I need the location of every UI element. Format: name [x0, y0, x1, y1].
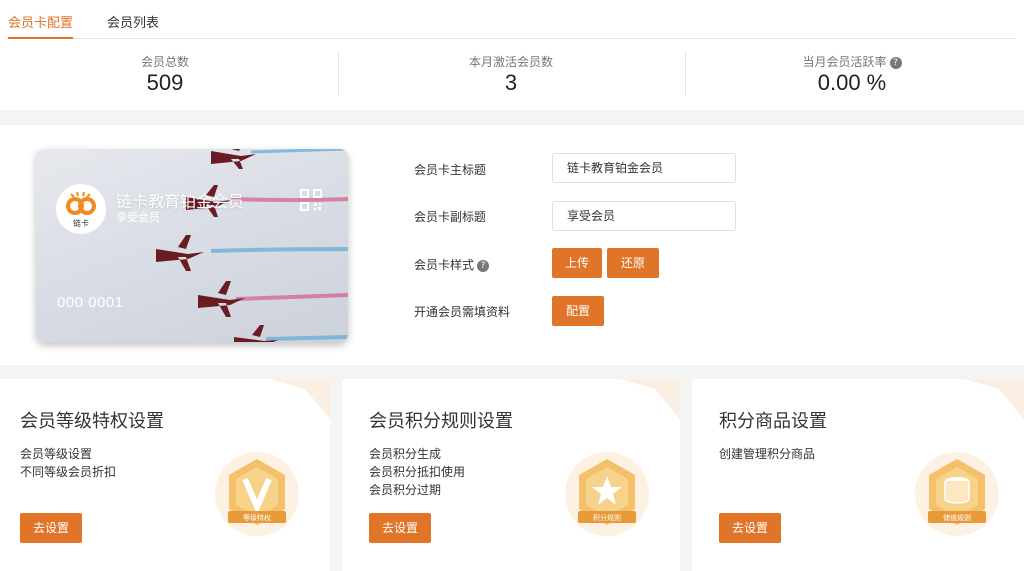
divider — [338, 52, 339, 96]
stat-value: 0.00 % — [817, 70, 887, 95]
panel-line: 不同等级会员折扣 — [20, 465, 117, 479]
stats-row: 会员总数 509 本月激活会员数 3 当月会员活跃率? 0.00 % — [0, 40, 1024, 110]
card-background-image — [156, 149, 348, 342]
card-style-label-wrap: 会员卡样式? — [414, 256, 490, 273]
card-number: 000 0001 — [57, 294, 124, 311]
panel-line: 会员积分过期 — [369, 483, 442, 497]
sub-title-label: 会员卡副标题 — [414, 210, 487, 224]
card-style-label: 会员卡样式 — [414, 258, 475, 272]
question-circle-icon[interactable]: ? — [477, 260, 490, 272]
tab-bar: 会员卡配置 会员列表 — [6, 0, 1016, 39]
panel-line: 创建管理积分商品 — [719, 447, 816, 461]
go-settings-button[interactable]: 去设置 — [369, 513, 431, 543]
panel-title: 积分商品设置 — [719, 411, 827, 432]
tab-member-list[interactable]: 会员列表 — [107, 12, 159, 39]
go-settings-button[interactable]: 去设置 — [719, 513, 781, 543]
card-config-section: 链卡 链卡教育铂金会员 享受会员 000 0001 会员卡主标题 链卡教育铂金会… — [0, 125, 1024, 365]
qr-code-icon — [300, 189, 322, 211]
sub-title-input[interactable]: 享受会员 — [552, 201, 736, 231]
stat-label: 本月激活会员数 — [468, 55, 553, 69]
question-circle-icon[interactable]: ? — [889, 57, 902, 69]
badge-text: 储值规则 — [943, 513, 971, 522]
panel-line: 会员等级设置 — [20, 447, 93, 461]
main-title-label: 会员卡主标题 — [414, 163, 487, 177]
go-settings-button[interactable]: 去设置 — [20, 513, 82, 543]
panel-description: 会员积分生成 会员积分抵扣使用 会员积分过期 — [369, 445, 465, 499]
stat-activated-members: 本月激活会员数 3 — [341, 40, 681, 110]
stat-label-wrap: 当月会员活跃率? — [682, 53, 1022, 70]
card-subtitle: 享受会员 — [116, 211, 160, 224]
upload-button[interactable]: 上传 — [552, 248, 602, 278]
panel-title: 会员积分规则设置 — [369, 411, 513, 432]
stat-activity-rate: 当月会员活跃率? 0.00 % — [682, 40, 1022, 110]
restore-button[interactable]: 还原 — [607, 248, 659, 278]
member-card-preview: 链卡 链卡教育铂金会员 享受会员 000 0001 — [36, 149, 348, 342]
coins-badge-icon: 储值规则 — [915, 452, 999, 536]
panel-title: 会员等级特权设置 — [20, 411, 164, 432]
required-info-label: 开通会员需填资料 — [414, 305, 511, 319]
stat-value: 509 — [146, 70, 184, 95]
configure-button[interactable]: 配置 — [552, 296, 604, 326]
logo-text: 链卡 — [73, 218, 89, 228]
panel-decoration — [964, 379, 1024, 419]
panel-line: 会员积分生成 — [369, 447, 442, 461]
panel-decoration — [270, 379, 330, 419]
main-title-input[interactable]: 链卡教育铂金会员 — [552, 153, 736, 183]
panel-description: 创建管理积分商品 — [719, 445, 815, 463]
panel-decoration — [620, 379, 680, 419]
logo-icon: 链卡 — [66, 191, 96, 228]
badge-text: 积分规则 — [593, 513, 621, 522]
card-logo: 链卡 — [56, 184, 106, 234]
panel-member-level: 会员等级特权设置 会员等级设置 不同等级会员折扣 去设置 等级特权 — [0, 379, 330, 571]
top-section: 会员卡配置 会员列表 会员总数 509 本月激活会员数 3 当月会员活跃率? 0… — [0, 0, 1024, 110]
stat-total-members: 会员总数 509 — [0, 40, 335, 110]
panel-points-products: 积分商品设置 创建管理积分商品 去设置 储值规则 — [692, 379, 1024, 571]
panel-points-rules: 会员积分规则设置 会员积分生成 会员积分抵扣使用 会员积分过期 去设置 积分规则 — [342, 379, 680, 571]
v-badge-icon: 等级特权 — [215, 452, 299, 536]
stat-label: 当月会员活跃率 — [802, 55, 887, 69]
stat-label: 会员总数 — [140, 55, 189, 69]
stat-value: 3 — [504, 70, 518, 95]
panel-line: 会员积分抵扣使用 — [369, 465, 466, 479]
star-badge-icon: 积分规则 — [565, 452, 649, 536]
badge-text: 等级特权 — [243, 513, 271, 522]
panel-description: 会员等级设置 不同等级会员折扣 — [20, 445, 116, 481]
tab-card-config[interactable]: 会员卡配置 — [8, 12, 74, 39]
